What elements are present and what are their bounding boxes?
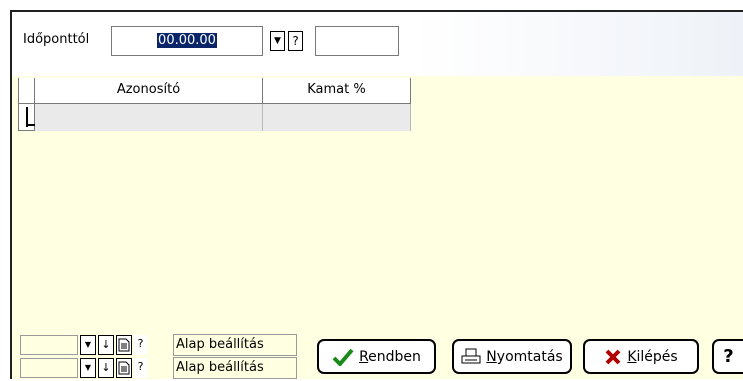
check-icon	[332, 348, 354, 366]
dropdown-arrow-icon: ▼	[274, 36, 281, 46]
date-dropdown-button[interactable]: ▼	[270, 31, 285, 51]
table-cell[interactable]	[35, 104, 263, 131]
filter-row: ▼ ↓ ? Alap beállítás	[20, 357, 310, 379]
filter-label: Alap beállítás	[173, 357, 297, 379]
column-header[interactable]: Azonosító	[35, 78, 263, 104]
table-cell[interactable]	[263, 104, 411, 131]
date-help-button[interactable]: ?	[288, 31, 303, 51]
down-arrow-icon[interactable]: ↓	[98, 358, 114, 378]
help-button[interactable]: ?	[712, 339, 743, 374]
date-extra-field[interactable]	[315, 26, 399, 56]
x-icon	[605, 349, 621, 364]
dropdown-arrow-icon[interactable]: ▼	[80, 335, 96, 355]
filter-input[interactable]	[20, 358, 78, 378]
row-selector-header[interactable]	[18, 78, 35, 104]
filter-row: ▼ ↓ ? Alap beállítás	[20, 334, 310, 356]
row-selector[interactable]	[18, 104, 35, 131]
exit-button[interactable]: Kilépés	[583, 339, 699, 374]
filter-label: Alap beállítás	[173, 334, 297, 356]
date-value: 00.00.00	[157, 33, 217, 48]
document-icon[interactable]	[116, 358, 132, 378]
down-arrow-icon[interactable]: ↓	[98, 335, 114, 355]
help-icon[interactable]: ?	[134, 335, 147, 355]
ok-button[interactable]: Rendben	[317, 339, 436, 374]
help-icon: ?	[723, 346, 734, 367]
print-button[interactable]: Nyomtatás	[452, 339, 572, 374]
dropdown-arrow-icon[interactable]: ▼	[80, 358, 96, 378]
document-icon[interactable]	[116, 335, 132, 355]
date-label: Időponttól	[23, 32, 90, 47]
column-header[interactable]: Kamat %	[263, 78, 411, 104]
help-icon[interactable]: ?	[134, 358, 147, 378]
help-icon: ?	[292, 34, 299, 48]
date-input[interactable]: 00.00.00	[111, 26, 263, 56]
printer-icon	[461, 348, 481, 363]
filter-input[interactable]	[20, 335, 78, 355]
